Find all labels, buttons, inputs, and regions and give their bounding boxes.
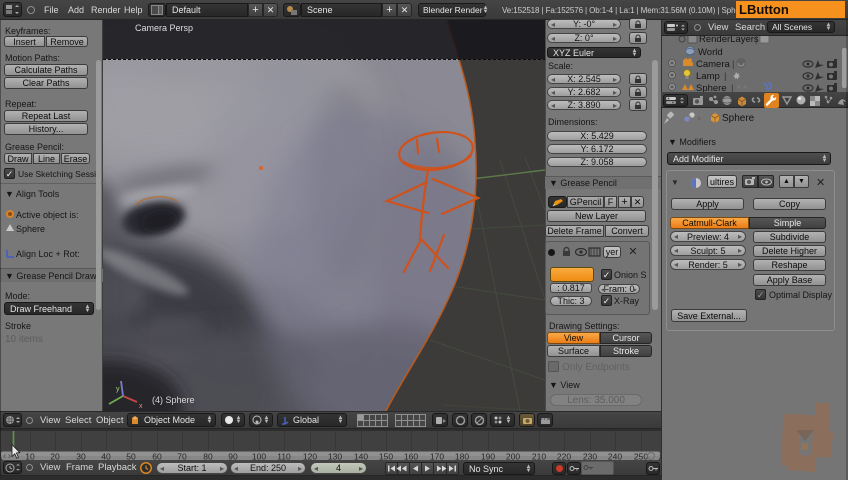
svg-text:|: | (724, 71, 726, 82)
svg-text:160: 160 (404, 452, 418, 461)
svg-text:World: World (698, 47, 723, 58)
svg-text:70: 70 (177, 452, 187, 461)
svg-text:50: 50 (126, 452, 136, 461)
svg-text:170: 170 (430, 452, 444, 461)
svg-text:210: 210 (532, 452, 546, 461)
svg-text:130: 130 (328, 452, 342, 461)
svg-text:|: | (731, 83, 733, 92)
svg-text:220: 220 (557, 452, 571, 461)
svg-text:230: 230 (583, 452, 597, 461)
svg-text:240: 240 (608, 452, 622, 461)
svg-text:190: 190 (481, 452, 495, 461)
svg-text:Lamp: Lamp (696, 71, 720, 82)
svg-text:100: 100 (252, 452, 266, 461)
svg-text:40: 40 (101, 452, 111, 461)
svg-text:30: 30 (76, 452, 86, 461)
svg-text:(4) Sphere: (4) Sphere (152, 395, 195, 405)
svg-text:180: 180 (455, 452, 469, 461)
svg-text:250: 250 (634, 452, 648, 461)
svg-text:20: 20 (50, 452, 60, 461)
svg-text:80: 80 (203, 452, 213, 461)
svg-text:|: | (755, 36, 757, 45)
svg-text:Sphere: Sphere (696, 83, 727, 92)
svg-text:Camera Persp: Camera Persp (135, 23, 193, 33)
svg-text:10: 10 (25, 452, 35, 461)
svg-text:|: | (732, 59, 734, 70)
svg-text:RenderLayers: RenderLayers (699, 36, 759, 45)
svg-text:y: y (116, 386, 120, 393)
svg-text:Camera: Camera (696, 59, 731, 70)
svg-text:120: 120 (303, 452, 317, 461)
svg-text:200: 200 (506, 452, 520, 461)
svg-text:150: 150 (379, 452, 393, 461)
svg-text:60: 60 (152, 452, 162, 461)
svg-text:140: 140 (354, 452, 368, 461)
svg-text:x: x (139, 403, 143, 410)
svg-text:110: 110 (277, 452, 291, 461)
svg-text:90: 90 (228, 452, 238, 461)
svg-text:Sphere: Sphere (722, 113, 755, 124)
